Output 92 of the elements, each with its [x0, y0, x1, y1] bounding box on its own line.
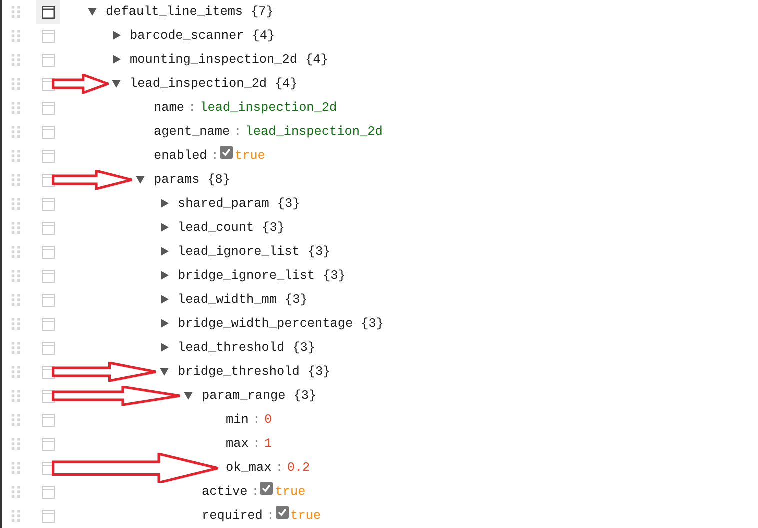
drag-handle-icon[interactable] [11, 150, 21, 162]
field-value: lead_inspection_2d [246, 123, 383, 142]
drag-handle-icon[interactable] [11, 270, 21, 282]
field-key: bridge_threshold [178, 362, 300, 382]
field-key: bridge_ignore_list [178, 266, 316, 286]
drag-handle-icon[interactable] [11, 366, 21, 378]
drag-handle-icon[interactable] [11, 414, 21, 426]
separator: : [234, 123, 242, 142]
drag-handle-icon[interactable] [11, 54, 21, 66]
collapse-icon[interactable] [88, 6, 97, 17]
collapse-icon[interactable] [112, 78, 121, 89]
field-key: ok_max [226, 458, 272, 478]
separator: : [266, 507, 275, 526]
separator: : [276, 459, 284, 478]
field-value: true [275, 483, 306, 502]
field-key: active [202, 482, 248, 502]
drag-handle-icon[interactable] [11, 102, 21, 114]
field-key: lead_inspection_2d [130, 74, 268, 94]
item-count: {3} [323, 267, 346, 286]
field-value: 1 [264, 435, 272, 454]
item-count: {8} [208, 171, 231, 190]
field-key: lead_ignore_list [178, 242, 300, 262]
expand-icon[interactable] [160, 222, 169, 233]
field-value: lead_inspection_2d [200, 99, 338, 118]
field-key: mounting_inspection_2d [130, 50, 298, 70]
drag-handle-icon[interactable] [11, 198, 21, 210]
expand-icon[interactable] [112, 30, 121, 41]
item-count: {3} [292, 339, 316, 358]
item-count: {4} [275, 75, 298, 94]
field-key: lead_count [178, 218, 254, 238]
checkbox[interactable] [220, 146, 233, 160]
field-key: required [202, 506, 263, 526]
field-key: name [154, 98, 184, 118]
expand-icon[interactable] [160, 318, 169, 329]
drag-handle-icon[interactable] [11, 246, 21, 258]
drag-handle-icon[interactable] [11, 222, 21, 234]
drag-handle-icon[interactable] [11, 126, 21, 138]
item-count: {3} [308, 363, 331, 382]
separator: : [211, 147, 219, 166]
drag-handle-icon[interactable] [11, 78, 21, 90]
field-key: min [226, 410, 249, 430]
drag-handle-icon[interactable] [11, 30, 21, 42]
expand-icon[interactable] [160, 294, 169, 305]
item-count: {3} [294, 387, 317, 406]
item-count: {3} [262, 219, 285, 238]
collapse-icon[interactable] [160, 366, 169, 377]
item-count: {3} [284, 291, 308, 310]
collapse-icon[interactable] [184, 390, 193, 401]
separator: : [252, 411, 260, 430]
collapse-icon[interactable] [136, 174, 145, 185]
separator: : [252, 435, 260, 454]
field-key: lead_width_mm [178, 290, 277, 310]
field-value: 0 [264, 411, 272, 430]
field-value: 0.2 [287, 459, 310, 478]
item-count: {7} [251, 3, 274, 22]
expand-icon[interactable] [160, 270, 169, 281]
field-key: default_line_items [106, 2, 244, 22]
drag-handle-icon[interactable] [11, 438, 21, 450]
item-count: {4} [252, 27, 276, 46]
separator: : [252, 483, 260, 502]
field-key: lead_threshold [178, 338, 285, 358]
field-key: param_range [202, 386, 286, 406]
drag-handle-icon[interactable] [11, 6, 21, 18]
drag-handle-icon[interactable] [11, 390, 21, 402]
drag-handle-icon[interactable] [11, 486, 21, 498]
field-key: bridge_width_percentage [178, 314, 354, 334]
drag-handle-icon[interactable] [11, 174, 21, 186]
field-key: shared_param [178, 194, 270, 214]
expand-icon[interactable] [160, 246, 169, 257]
drag-handle-icon[interactable] [11, 462, 21, 474]
item-count: {3} [361, 315, 384, 334]
field-key: agent_name [154, 122, 230, 142]
checkbox[interactable] [276, 506, 289, 520]
drag-handle-icon[interactable] [11, 318, 21, 330]
checkbox[interactable] [260, 482, 274, 496]
field-key: params [154, 170, 200, 190]
field-key: barcode_scanner [130, 26, 244, 46]
item-count: {3} [308, 243, 331, 262]
expand-icon[interactable] [112, 54, 121, 65]
expand-icon[interactable] [160, 342, 169, 353]
separator: : [188, 99, 196, 118]
drag-handle-icon[interactable] [11, 510, 21, 522]
row-select-icon[interactable] [42, 6, 54, 18]
drag-handle-icon[interactable] [11, 342, 21, 354]
field-key: max [226, 434, 249, 454]
field-value: true [234, 147, 266, 166]
field-key: enabled [154, 146, 208, 166]
item-count: {3} [277, 195, 300, 214]
drag-handle-icon[interactable] [11, 294, 21, 306]
field-value: true [290, 507, 322, 526]
expand-icon[interactable] [160, 198, 169, 209]
item-count: {4} [306, 51, 328, 70]
